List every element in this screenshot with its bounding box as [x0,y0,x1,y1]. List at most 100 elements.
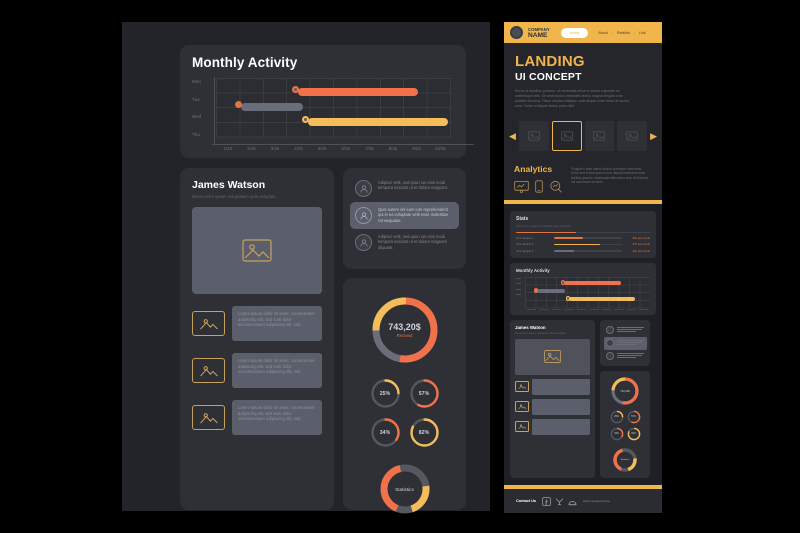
nav-cta-button[interactable]: Home [560,27,589,38]
presentation-chart-icon[interactable] [514,180,529,193]
mini-main-donut[interactable]: 743,20$ [610,376,640,406]
mini-gauge-34[interactable]: 34% [370,417,401,448]
carousel-slide-2-active[interactable] [551,121,582,151]
carousel-slide-3[interactable] [584,121,615,151]
analytics-section: Analytics Feugiat in ante metus dictum a… [504,160,662,200]
progress-track [554,250,622,252]
chart-bar-wed[interactable] [241,103,303,111]
list-item-thumb [192,311,225,336]
list-item-thumb [192,405,225,430]
mini-stats-row[interactable]: Item Sample 2 370 per month [516,243,650,246]
mini-comment-item[interactable] [604,350,647,363]
mini-gauge[interactable]: 25% [610,410,624,424]
monthly-activity-title: Monthly Activity [192,55,298,70]
mini-gauge[interactable]: 82% [627,427,641,441]
footer-social-icons [542,496,577,506]
chart-marker-tue[interactable] [292,86,299,93]
comment-item[interactable]: Adipisci velit, sed quia non eius modi t… [350,175,459,202]
image-placeholder-icon [242,239,272,262]
mini-list-item[interactable] [515,398,590,415]
mini-comment-item[interactable] [604,324,647,337]
mini-gauges-grid: 25% 57% 34% 82% [356,378,454,448]
search-analysis-icon[interactable] [549,180,563,193]
mini-gauge-82[interactable]: 82% [409,417,440,448]
chart-marker-wed[interactable] [235,101,242,108]
chevron-right-icon[interactable]: ▶ [650,131,657,141]
twitter-icon[interactable] [555,497,564,506]
y-label-wed: Wed [192,114,202,120]
donut-stats-card: 743,20$ Recived 25% 57% 34% 82% Statisti… [343,278,466,514]
mini-chart-x-ticks [525,309,650,311]
nav-links: About | Portfolio | Link [598,30,645,35]
mini-statistics-donut[interactable]: Statistics [612,447,638,473]
carousel-slide-1[interactable] [518,121,549,151]
comment-text: Adipisci velit, sed quia non eius modi t… [378,180,449,191]
mini-stats-label: Item Sample 3 [516,249,534,253]
mini-list-item[interactable] [515,418,590,435]
x-label-1: 2/25 [247,146,256,151]
image-placeholder-icon [517,404,527,410]
mini-profile-card: James Watson Nemo enim ipsam voluptatem … [510,320,595,479]
list-item-text: Lorem ipsum dolor sit amet, consectetuer… [232,353,322,388]
x-label-2: 3/25 [270,146,280,151]
analytics-left: Analytics [514,164,563,193]
mini-gauge[interactable]: 57% [627,410,641,424]
mini-stats-value: 500 per month [632,236,650,240]
list-item[interactable]: Lorem ipsum dolor sit amet, consectetuer… [192,400,322,435]
image-placeholder-icon [560,131,573,141]
carousel-slide-4[interactable] [617,121,648,151]
comment-item-selected[interactable]: Quis autem vel eum iure reprehenderit qu… [350,202,459,229]
mini-donut-card: 743,20$ 25% 57% 34% 82% Statistics [600,371,650,479]
mini-gauge[interactable]: 34% [610,427,624,441]
facebook-icon[interactable] [542,496,551,506]
mini-stats-row[interactable]: Item Sample 3 220 per month [516,250,650,253]
image-placeholder-icon [544,350,561,363]
instagram-icon[interactable] [568,497,577,506]
image-placeholder-icon [593,131,606,141]
user-avatar-icon [606,326,614,335]
main-donut-chart[interactable]: 743,20$ Recived [369,294,441,366]
chart-x-axis-labels: 1/25 2/25 3/25 4/25 5/25 6/25 7/25 8/25 … [216,146,452,151]
mini-gauge-label: 57% [631,416,636,419]
list-item[interactable]: Lorem ipsum dolor sit amet, consectetuer… [192,353,322,388]
mini-gauge-57[interactable]: 57% [409,378,440,409]
x-label-8: 9/25 [412,146,421,151]
mini-chart-bar-gray[interactable] [537,288,565,293]
chart-marker-thu[interactable] [302,116,309,123]
monthly-activity-chart: Mon Tue Wed Thu 1/25 2/25 3/25 4/25 5/25… [192,77,474,151]
footer-website[interactable]: www.companyname [583,499,610,503]
mini-chart-bar-orange[interactable] [564,280,621,285]
chart-bar-tue[interactable] [298,88,418,96]
mini-profile-image[interactable] [515,338,590,375]
profile-image-placeholder[interactable] [192,207,322,294]
x-label-6: 7/25 [365,146,374,151]
mini-gauges-grid: 25% 57% 34% 82% [610,410,641,441]
mini-comment-item-selected[interactable] [603,336,647,350]
mini-chart-bar-yellow[interactable] [569,296,635,301]
mini-statistics-label: Statistics [620,459,630,462]
y-label-mon: Mon [192,79,201,84]
monthly-activity-card: Monthly Activity Mon Tue Wed Thu 1/25 2/… [180,45,474,158]
chart-bar-thu[interactable] [308,118,448,126]
progress-track [516,231,650,234]
mini-list-item[interactable] [515,378,590,395]
profile-card: James Watson Nemo enim ipsam voluptatem … [180,168,334,510]
list-item[interactable]: Lorem ipsum dolor sit amet, consectetuer… [192,306,322,341]
statistics-donut-label: Statistics [395,486,414,492]
mini-comments-card [600,320,650,367]
logo-secondary: NAME [528,31,548,39]
mini-stats-row[interactable]: Item Sample 1 500 per month [516,237,650,240]
statistics-donut-chart[interactable]: Statistics [377,461,433,517]
contact-us-label[interactable]: Contact Us [516,499,536,503]
nav-link-about[interactable]: About [598,31,607,35]
nav-link-link[interactable]: Link [639,31,646,35]
comment-item[interactable]: Adipisci velit, sed quia non eius modi t… [350,229,459,256]
image-placeholder-icon [199,319,218,330]
mini-stats-title: Stats [516,216,529,222]
mini-gauge-25[interactable]: 25% [370,378,401,409]
chevron-left-icon[interactable]: ◀ [509,131,516,141]
nav-link-portfolio[interactable]: Portfolio [617,31,630,35]
nav-separator: | [634,30,636,35]
mobile-device-icon[interactable] [535,180,543,193]
mini-gauge-label: 57% [418,390,430,397]
